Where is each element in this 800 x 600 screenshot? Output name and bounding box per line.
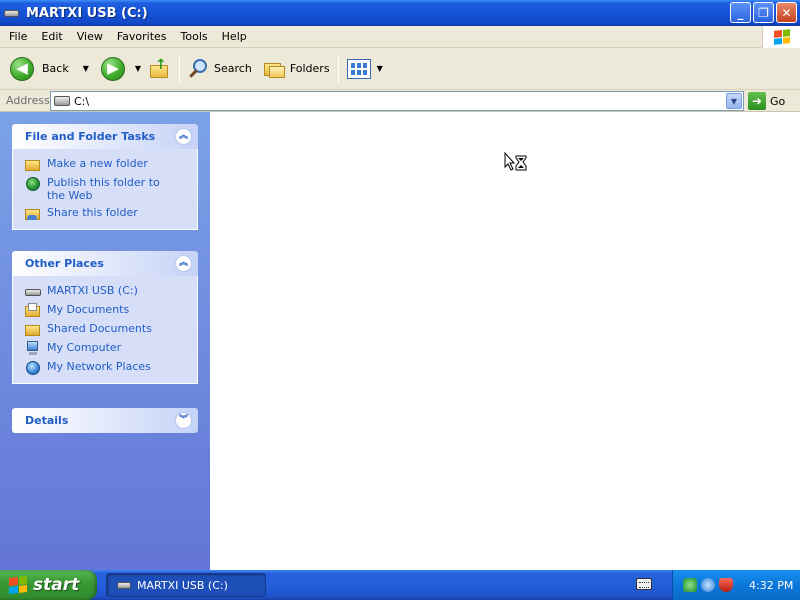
taskbar: start MARTXI USB (C:) 4:32 PM xyxy=(0,570,800,600)
menu-view[interactable]: View xyxy=(70,30,110,43)
file-tasks-title: File and Folder Tasks xyxy=(25,130,156,143)
details-header[interactable]: Details ︾ xyxy=(12,408,198,433)
toolbar: ◀ Back ▼ ▶ ▼ ↑ Search Folders ▼ xyxy=(0,48,800,90)
maximize-button[interactable]: ❐ xyxy=(753,2,774,23)
menu-favorites[interactable]: Favorites xyxy=(110,30,174,43)
task-publish-folder[interactable]: Publish this folder to the Web xyxy=(25,176,191,202)
folders-icon xyxy=(263,59,286,79)
up-folder-icon: ↑ xyxy=(149,58,171,80)
collapse-chevron-icon[interactable]: ︽ xyxy=(175,255,192,272)
menu-tools[interactable]: Tools xyxy=(174,30,215,43)
forward-button[interactable]: ▶ ▼ xyxy=(97,52,145,86)
folders-label: Folders xyxy=(289,62,330,75)
address-value[interactable]: C:\ xyxy=(74,95,89,108)
start-button[interactable]: start xyxy=(0,570,97,600)
file-tasks-body: Make a new folder Publish this folder to… xyxy=(12,149,198,230)
back-button[interactable]: ◀ Back ▼ xyxy=(6,52,93,86)
menu-help[interactable]: Help xyxy=(215,30,254,43)
connection-icon[interactable] xyxy=(701,578,715,592)
place-my-documents[interactable]: My Documents xyxy=(25,303,191,318)
place-label: My Documents xyxy=(47,303,130,316)
other-places-title: Other Places xyxy=(25,257,104,270)
drive-icon xyxy=(25,284,41,299)
other-places-body: MARTXI USB (C:) My Documents Shared Docu… xyxy=(12,276,198,384)
taskbar-window-label: MARTXI USB (C:) xyxy=(137,578,228,592)
drive-icon xyxy=(117,581,131,589)
drive-icon xyxy=(4,7,20,19)
toolbar-separator xyxy=(179,54,181,83)
go-button[interactable]: ➜ Go xyxy=(748,91,785,111)
my-computer-icon xyxy=(25,341,41,356)
task-label: Make a new folder xyxy=(47,157,148,170)
other-places-panel: Other Places ︽ MARTXI USB (C:) My Docume… xyxy=(12,251,198,384)
file-list-area[interactable] xyxy=(210,112,800,570)
share-folder-icon xyxy=(25,206,41,221)
task-share-folder[interactable]: Share this folder xyxy=(25,206,191,221)
views-button[interactable]: ▼ xyxy=(343,52,387,86)
busy-cursor-icon xyxy=(504,152,527,171)
network-places-icon xyxy=(25,360,41,375)
new-folder-icon xyxy=(25,157,41,172)
back-label: Back xyxy=(42,62,69,75)
back-dropdown-icon[interactable]: ▼ xyxy=(83,64,89,73)
windows-logo-icon xyxy=(9,576,27,594)
menu-file[interactable]: File xyxy=(0,30,34,43)
search-button[interactable]: Search xyxy=(184,52,256,86)
forward-dropdown-icon[interactable]: ▼ xyxy=(135,64,141,73)
system-tray: 4:32 PM xyxy=(672,570,800,600)
start-label: start xyxy=(33,575,80,595)
place-label: Shared Documents xyxy=(47,322,152,335)
address-field[interactable]: C:\ ▼ xyxy=(50,91,744,111)
back-arrow-icon: ◀ xyxy=(10,56,34,81)
my-documents-icon xyxy=(25,303,41,318)
task-pane: File and Folder Tasks ︽ Make a new folde… xyxy=(0,112,210,570)
task-make-new-folder[interactable]: Make a new folder xyxy=(25,157,191,172)
views-dropdown-icon[interactable]: ▼ xyxy=(377,64,383,73)
menu-edit[interactable]: Edit xyxy=(34,30,69,43)
windows-logo-icon xyxy=(762,26,800,48)
details-title: Details xyxy=(25,414,69,427)
drive-icon xyxy=(54,96,70,106)
folders-button[interactable]: Folders xyxy=(260,52,334,86)
other-places-header[interactable]: Other Places ︽ xyxy=(12,251,198,276)
go-label: Go xyxy=(770,94,786,108)
place-my-computer[interactable]: My Computer xyxy=(25,341,191,356)
address-label: Address xyxy=(6,94,50,107)
minimize-button[interactable]: _ xyxy=(730,2,751,23)
place-shared-documents[interactable]: Shared Documents xyxy=(25,322,191,337)
file-tasks-header[interactable]: File and Folder Tasks ︽ xyxy=(12,124,198,149)
search-label: Search xyxy=(214,62,252,75)
go-arrow-icon: ➜ xyxy=(748,92,766,110)
taskbar-window-button[interactable]: MARTXI USB (C:) xyxy=(106,573,266,597)
address-dropdown-button[interactable]: ▼ xyxy=(726,93,742,109)
place-my-network-places[interactable]: My Network Places xyxy=(25,360,191,375)
toolbar-separator xyxy=(337,54,339,83)
window-title: MARTXI USB (C:) xyxy=(26,5,148,21)
publish-web-icon xyxy=(25,176,41,191)
file-tasks-panel: File and Folder Tasks ︽ Make a new folde… xyxy=(12,124,198,230)
forward-arrow-icon: ▶ xyxy=(100,56,125,81)
search-icon xyxy=(188,58,210,80)
clock[interactable]: 4:32 PM xyxy=(749,579,793,592)
expand-chevron-icon[interactable]: ︾ xyxy=(175,412,192,429)
place-label: My Computer xyxy=(47,341,122,354)
address-bar: Address C:\ ▼ ➜ Go xyxy=(0,90,800,112)
up-folder-button[interactable]: ↑ xyxy=(145,52,175,86)
menu-bar: File Edit View Favorites Tools Help xyxy=(0,26,800,48)
close-button[interactable]: ✕ xyxy=(776,2,797,23)
window-controls: _ ❐ ✕ xyxy=(730,2,797,23)
security-shield-icon[interactable] xyxy=(719,578,733,592)
collapse-chevron-icon[interactable]: ︽ xyxy=(175,128,192,145)
title-bar[interactable]: MARTXI USB (C:) _ ❐ ✕ xyxy=(0,0,800,26)
place-label: MARTXI USB (C:) xyxy=(47,284,138,297)
views-icon xyxy=(346,58,371,79)
network-status-icon[interactable] xyxy=(683,578,697,592)
keyboard-icon[interactable] xyxy=(636,578,652,590)
task-label: Publish this folder to the Web xyxy=(47,176,160,202)
place-martxi-usb[interactable]: MARTXI USB (C:) xyxy=(25,284,191,299)
place-label: My Network Places xyxy=(47,360,151,373)
shared-documents-icon xyxy=(25,322,41,337)
task-label: Share this folder xyxy=(47,206,138,219)
details-panel: Details ︾ xyxy=(12,408,198,433)
